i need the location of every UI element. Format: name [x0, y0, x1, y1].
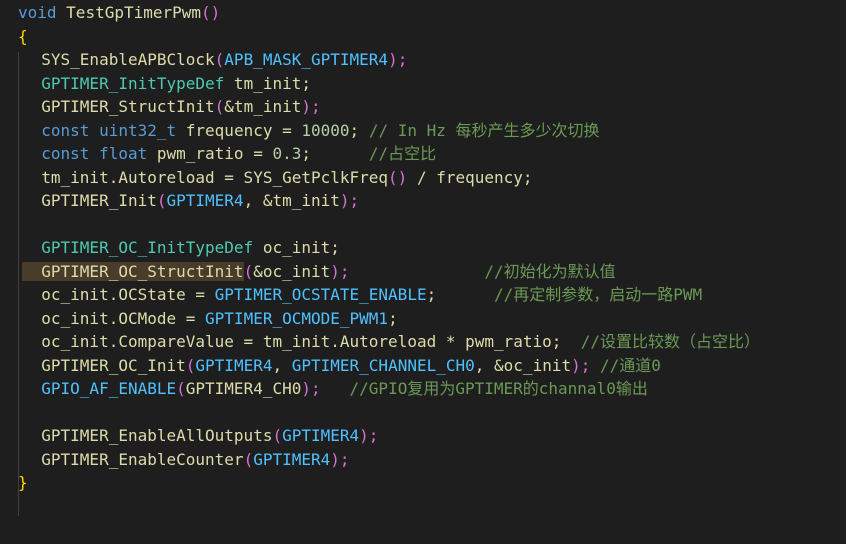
code-token: 10000 — [301, 120, 350, 140]
code-token: GPTIMER_OCMODE_PWM1 — [205, 308, 389, 328]
code-token: tm_init.Autoreload = SYS_GetPclkFreq — [22, 167, 389, 187]
code-token: GPTIMER_StructInit — [22, 97, 215, 116]
code-token: GPTIMER_OC_Init — [22, 355, 186, 375]
code-line: GPTIMER_OC_Init(GPTIMER4, GPTIMER_CHANNE… — [22, 354, 661, 378]
code-token: , &tm_init — [243, 191, 340, 210]
code-token: &tm_init — [224, 97, 302, 116]
code-token: //再定制参数，启动一路PWM — [494, 285, 703, 304]
code-line: const float pwm_ratio = 0.3; //占空比 — [22, 142, 436, 166]
code-token: SYS_EnableAPBClock — [22, 50, 215, 69]
code-token: ); — [330, 261, 350, 281]
code-line: SYS_EnableAPBClock(APB_MASK_GPTIMER4); — [22, 48, 407, 72]
code-token: GPTIMER4 — [195, 355, 273, 375]
code-token: GPTIMER_OC_InitTypeDef — [22, 238, 254, 257]
code-token: GPTIMER4_CH0 — [185, 379, 302, 398]
code-token: uint32_t — [89, 120, 177, 140]
code-token: GPTIMER_OCSTATE_ENABLE — [214, 285, 427, 304]
code-token: GPTIMER_EnableCounter — [22, 449, 244, 469]
code-token: GPTIMER4 — [166, 191, 244, 210]
code-token: //GPIO复用为GPTIMER的channal0输出 — [349, 379, 648, 398]
code-token: { — [18, 26, 28, 46]
code-token: GPTIMER_EnableAllOutputs — [22, 426, 273, 445]
code-token: ; — [388, 308, 398, 328]
code-line: const uint32_t frequency = 10000; // In … — [22, 119, 600, 143]
code-token: ( — [243, 261, 254, 281]
code-token: () — [388, 167, 408, 187]
code-token: // In Hz 每秒产生多少次切换 — [368, 120, 600, 140]
code-line: GPTIMER_OC_InitTypeDef oc_init; — [22, 236, 340, 260]
code-token: tm_init; — [224, 73, 311, 93]
code-token: oc_init.CompareValue = tm_init.Autoreloa… — [22, 332, 581, 351]
code-token: ); — [301, 97, 321, 116]
code-token: ( — [214, 97, 225, 116]
code-token: GPTIMER4 — [282, 426, 360, 445]
code-line: { — [18, 25, 28, 49]
code-editor[interactable]: void TestGpTimerPwm(){ SYS_EnableAPBCloc… — [0, 0, 846, 544]
code-token: oc_init.OCState = — [22, 285, 215, 304]
code-token: oc_init; — [253, 238, 340, 257]
code-token: void — [18, 3, 57, 22]
code-token: ( — [185, 355, 196, 375]
code-token: float — [89, 144, 148, 163]
code-token: //初始化为默认值 — [484, 261, 616, 281]
code-token: &oc_init — [253, 261, 331, 281]
code-token: //占空比 — [368, 144, 437, 163]
code-token: ( — [176, 379, 186, 398]
code-line: GPTIMER_InitTypeDef tm_init; — [22, 72, 311, 96]
code-token: TestGpTimerPwm — [66, 3, 202, 22]
code-token: ); — [301, 379, 321, 398]
code-token: ; — [426, 285, 495, 304]
code-token: ); — [359, 426, 379, 445]
code-token: pwm_ratio = — [147, 144, 273, 163]
code-token: GPTIMER_CHANNEL_CH0 — [291, 355, 475, 375]
code-token: const — [22, 120, 90, 140]
code-line: oc_init.OCState = GPTIMER_OCSTATE_ENABLE… — [22, 283, 702, 307]
code-token: / frequency; — [407, 167, 533, 187]
code-token: oc_init.OCMode = — [22, 308, 206, 328]
code-token: 0.3 — [272, 144, 302, 163]
code-token: ); — [339, 191, 360, 210]
code-line: GPTIMER_Init(GPTIMER4, &tm_init); — [22, 189, 359, 213]
code-token: //设置比较数（占空比） — [580, 332, 760, 351]
code-line: GPTIMER_OC_StructInit(&oc_init); //初始化为默… — [22, 260, 616, 284]
code-token: ); — [571, 355, 591, 375]
code-token: ( — [156, 191, 167, 210]
code-token: GPTIMER_OC_StructInit — [22, 261, 244, 281]
code-line: GPIO_AF_ENABLE(GPTIMER4_CH0); //GPIO复用为G… — [22, 377, 648, 401]
code-token: GPIO_AF_ENABLE — [22, 379, 177, 398]
code-token: } — [18, 473, 28, 492]
code-token: () — [201, 3, 221, 22]
code-line: tm_init.Autoreload = SYS_GetPclkFreq() /… — [22, 166, 533, 190]
code-token: , &oc_init — [474, 355, 572, 375]
code-token: ); — [388, 50, 408, 69]
code-line: oc_init.OCMode = GPTIMER_OCMODE_PWM1; — [22, 307, 398, 331]
code-token: APB_MASK_GPTIMER4 — [224, 50, 389, 69]
code-token: ); — [330, 449, 350, 469]
code-token: ( — [243, 449, 254, 469]
code-line: void TestGpTimerPwm() — [18, 1, 220, 25]
code-token: GPTIMER_InitTypeDef — [22, 73, 225, 93]
code-line: } — [18, 471, 28, 495]
code-token: , — [272, 355, 292, 375]
code-line: oc_init.CompareValue = tm_init.Autoreloa… — [22, 330, 760, 354]
code-token: GPTIMER4 — [253, 449, 331, 469]
code-line: GPTIMER_EnableAllOutputs(GPTIMER4); — [22, 424, 378, 448]
code-token: frequency = — [176, 120, 302, 140]
code-token: //通道0 — [600, 355, 661, 375]
code-token: ( — [214, 50, 225, 69]
code-line: GPTIMER_EnableCounter(GPTIMER4); — [22, 448, 350, 472]
code-token: GPTIMER_Init — [22, 191, 157, 210]
indent-guide — [18, 52, 19, 516]
code-token: ( — [272, 426, 283, 445]
code-token: ; — [301, 144, 369, 163]
code-line: GPTIMER_StructInit(&tm_init); — [22, 95, 321, 119]
code-token: ; — [349, 120, 369, 140]
code-token: const — [22, 144, 90, 163]
